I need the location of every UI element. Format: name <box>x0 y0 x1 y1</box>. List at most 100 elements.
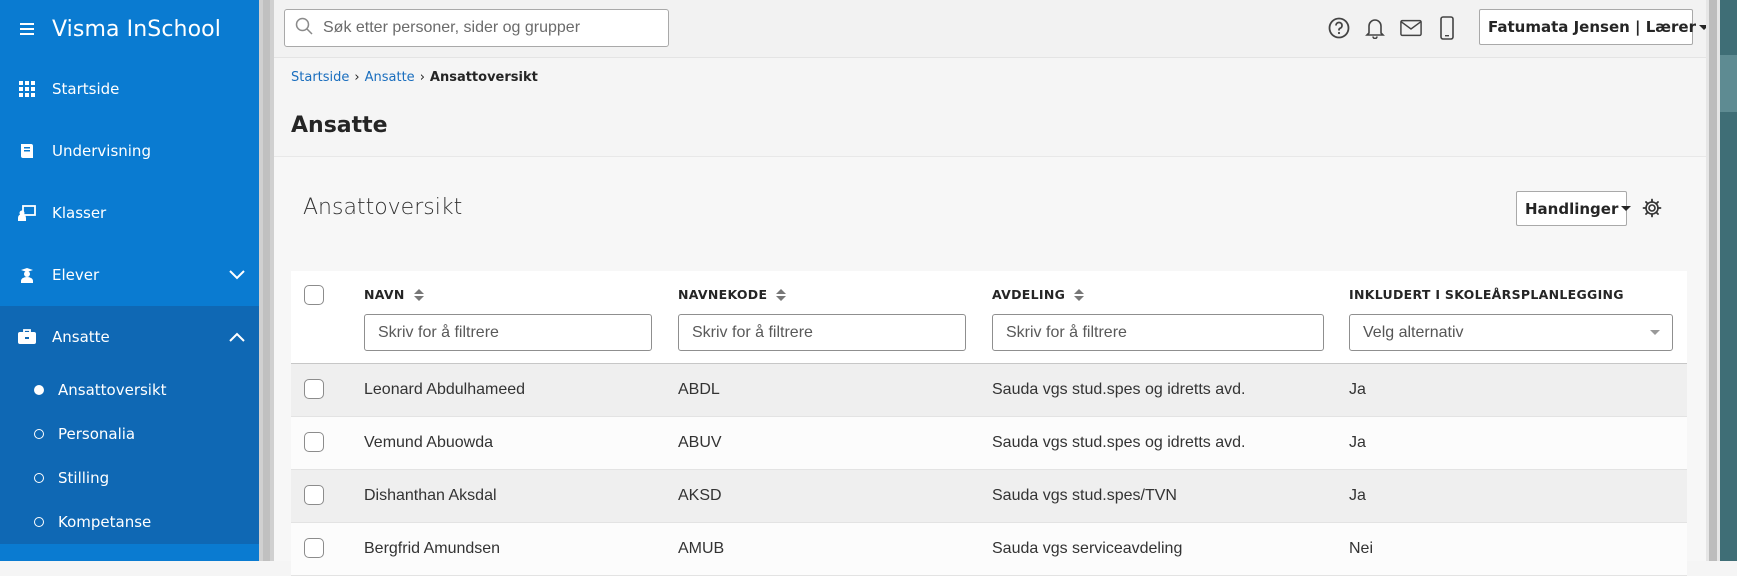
caret-down-icon <box>1621 206 1632 211</box>
grid-icon <box>18 80 36 98</box>
breadcrumb: Startside › Ansatte › Ansattoversikt <box>291 70 538 85</box>
sidebar-item-undervisning[interactable]: Undervisning <box>0 120 259 182</box>
column-header-inkludert: INKLUDERT I SKOLEÅRSPLANLEGGING <box>1349 287 1624 302</box>
cell-included: Nei <box>1349 540 1374 557</box>
chevron-down-icon[interactable] <box>229 266 245 284</box>
actions-dropdown-button[interactable]: Handlinger <box>1516 191 1632 226</box>
cell-included: Ja <box>1349 487 1366 504</box>
filter-input-navn[interactable] <box>378 323 624 342</box>
cell-included: Ja <box>1349 434 1366 451</box>
classroom-icon <box>18 204 36 222</box>
inactive-dot-icon <box>34 517 44 527</box>
employees-table: NAVN NAVNEKODE AVDELING INKLUDERT I SKOL… <box>291 271 1687 576</box>
actions-label: Handlinger <box>1525 199 1619 218</box>
breadcrumb-section-link[interactable]: Ansatte <box>365 70 415 85</box>
cell-included: Ja <box>1349 381 1366 398</box>
gear-icon[interactable] <box>1642 198 1662 222</box>
sidebar-group-ansatte: Ansatte Ansattoversikt Personalia Stilli… <box>0 306 259 544</box>
page-scrollbar-thumb[interactable] <box>1709 0 1717 561</box>
sidebar-subitem-label: Ansattoversikt <box>58 381 167 399</box>
cell-department: Sauda vgs stud.spes og idretts avd. <box>992 434 1246 451</box>
table-row[interactable]: Bergfrid Amundsen AMUB Sauda vgs service… <box>291 523 1687 576</box>
table-row[interactable]: Dishanthan Aksdal AKSD Sauda vgs stud.sp… <box>291 470 1687 523</box>
sidebar-item-klasser[interactable]: Klasser <box>0 182 259 244</box>
inactive-dot-icon <box>34 429 44 439</box>
select-placeholder: Velg alternativ <box>1363 323 1464 341</box>
sidebar-subitem-label: Personalia <box>58 425 136 443</box>
chevron-down-icon <box>1650 330 1660 335</box>
cell-code: ABDL <box>678 381 720 398</box>
sidebar-subitem-personalia[interactable]: Personalia <box>0 412 259 456</box>
sidebar-item-label: Klasser <box>52 204 107 222</box>
sidebar-item-startside[interactable]: Startside <box>0 58 259 120</box>
sidebar-item-ansatte[interactable]: Ansatte <box>0 306 259 368</box>
sidebar-subitem-stilling[interactable]: Stilling <box>0 456 259 500</box>
hamburger-menu-icon[interactable] <box>20 23 34 35</box>
cell-department: Sauda vgs stud.spes/TVN <box>992 487 1177 504</box>
search-input[interactable] <box>323 19 653 37</box>
column-header-navnekode[interactable]: NAVNEKODE <box>678 287 787 302</box>
breadcrumb-home-link[interactable]: Startside <box>291 70 349 85</box>
user-menu-label: Fatumata Jensen | Lærer <box>1488 18 1696 36</box>
top-icon-group <box>1328 16 1458 40</box>
sort-icon[interactable] <box>1074 288 1085 301</box>
column-header-navn[interactable]: NAVN <box>364 287 424 302</box>
select-all-checkbox[interactable] <box>304 285 324 305</box>
mail-icon[interactable] <box>1400 16 1422 40</box>
app-title[interactable]: Visma InSchool <box>52 17 221 42</box>
student-icon <box>18 266 36 284</box>
chevron-up-icon[interactable] <box>229 328 245 346</box>
column-header-avdeling[interactable]: AVDELING <box>992 287 1085 302</box>
column-header-label: INKLUDERT I SKOLEÅRSPLANLEGGING <box>1349 287 1624 302</box>
sidebar-item-label: Undervisning <box>52 142 151 160</box>
active-dot-icon <box>34 385 44 395</box>
briefcase-icon <box>18 328 36 346</box>
cell-department: Sauda vgs stud.spes og idretts avd. <box>992 381 1246 398</box>
row-checkbox[interactable] <box>304 538 324 558</box>
column-header-label: NAVNEKODE <box>678 287 768 302</box>
cell-name[interactable]: Dishanthan Aksdal <box>364 487 497 505</box>
sidebar-scrollbar-thumb[interactable] <box>263 0 270 561</box>
book-icon <box>18 142 36 160</box>
row-checkbox[interactable] <box>304 485 324 505</box>
row-checkbox[interactable] <box>304 379 324 399</box>
filter-inkludert-select[interactable]: Velg alternativ <box>1349 314 1673 351</box>
cell-code: AMUB <box>678 540 725 557</box>
table-header: NAVN NAVNEKODE AVDELING INKLUDERT I SKOL… <box>291 271 1687 364</box>
filter-avdeling[interactable] <box>992 314 1324 351</box>
page-title: Ansatte <box>291 113 388 138</box>
column-header-label: NAVN <box>364 287 405 302</box>
filter-input-avdeling[interactable] <box>1006 323 1292 342</box>
cell-department: Sauda vgs serviceavdeling <box>992 540 1183 557</box>
table-row[interactable]: Leonard Abdulhameed ABDL Sauda vgs stud.… <box>291 364 1687 417</box>
bell-icon[interactable] <box>1364 16 1386 40</box>
sidebar-subitem-label: Kompetanse <box>58 513 152 531</box>
cell-name[interactable]: Bergfrid Amundsen <box>364 540 500 558</box>
help-icon[interactable] <box>1328 16 1350 40</box>
chevron-right-icon: › <box>419 70 425 85</box>
cell-name[interactable]: Vemund Abuowda <box>364 434 493 452</box>
mobile-phone-icon[interactable] <box>1436 16 1458 40</box>
sidebar: Visma InSchool Startside Undervisning Kl… <box>0 0 259 561</box>
cell-code: AKSD <box>678 487 722 504</box>
filter-navnekode[interactable] <box>678 314 966 351</box>
inactive-dot-icon <box>34 473 44 483</box>
sort-icon[interactable] <box>776 288 787 301</box>
cell-name[interactable]: Leonard Abdulhameed <box>364 381 525 399</box>
search-icon <box>295 17 313 39</box>
chevron-right-icon: › <box>354 70 360 85</box>
filter-navn[interactable] <box>364 314 652 351</box>
sidebar-item-label: Ansatte <box>52 328 110 346</box>
row-checkbox[interactable] <box>304 432 324 452</box>
sidebar-subitem-kompetanse[interactable]: Kompetanse <box>0 500 259 544</box>
sidebar-subitem-label: Stilling <box>58 469 110 487</box>
user-menu-button[interactable]: Fatumata Jensen | Lærer <box>1479 9 1709 45</box>
sidebar-subitem-ansattoversikt[interactable]: Ansattoversikt <box>0 368 259 412</box>
sort-icon[interactable] <box>413 288 424 301</box>
sidebar-item-elever[interactable]: Elever <box>0 244 259 306</box>
filter-input-navnekode[interactable] <box>692 323 938 342</box>
top-bar: Fatumata Jensen | Lærer <box>274 0 1709 58</box>
global-search[interactable] <box>284 9 669 47</box>
window-edge-highlight <box>1720 55 1737 112</box>
table-row[interactable]: Vemund Abuowda ABUV Sauda vgs stud.spes … <box>291 417 1687 470</box>
